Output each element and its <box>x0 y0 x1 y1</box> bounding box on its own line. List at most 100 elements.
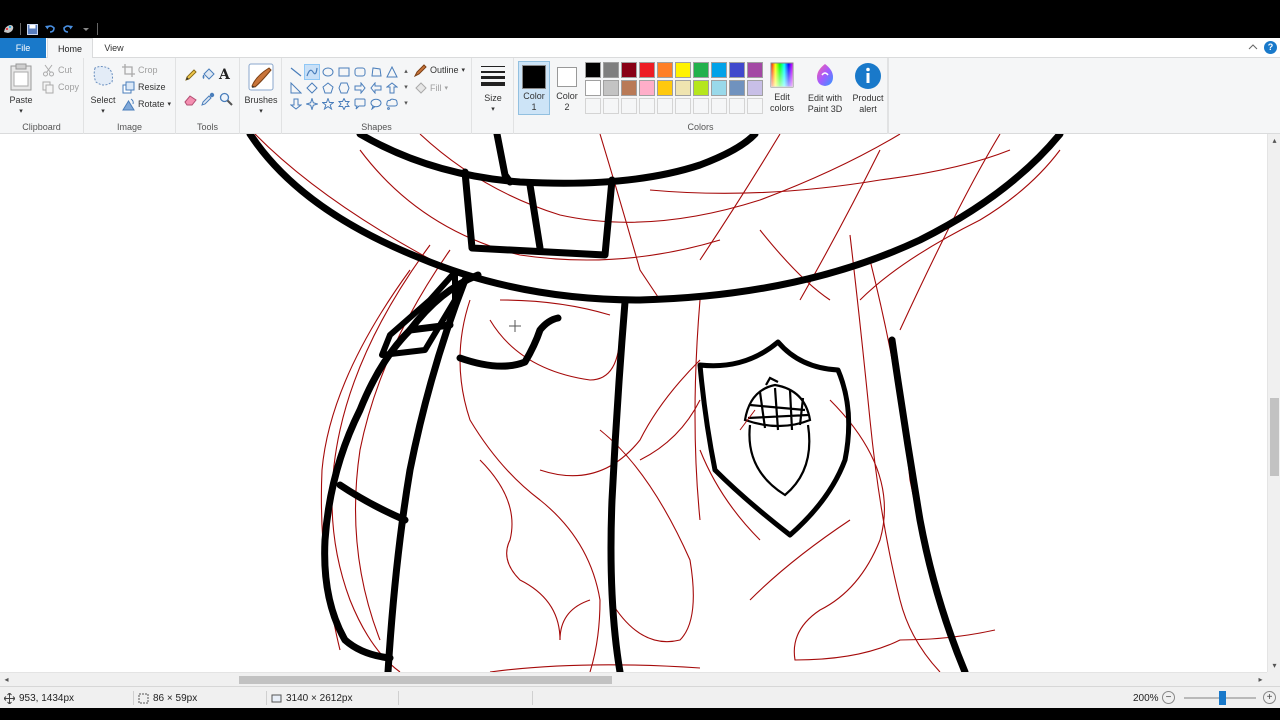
cloud-callout-shape-icon[interactable] <box>384 96 400 112</box>
up-arrow-shape-icon[interactable] <box>384 80 400 96</box>
color-picker-icon[interactable] <box>201 92 215 108</box>
palette-swatch[interactable] <box>675 80 691 96</box>
rounded-callout-shape-icon[interactable] <box>352 96 368 112</box>
paste-dropdown-arrow[interactable]: ▾ <box>4 106 38 117</box>
diamond-shape-icon[interactable] <box>304 80 320 96</box>
fill-bucket-icon[interactable] <box>201 68 215 84</box>
custom-color-slot[interactable] <box>585 98 601 114</box>
product-alert-button[interactable]: Product alert <box>848 62 888 115</box>
paint-app-icon[interactable] <box>2 22 16 36</box>
horizontal-scrollbar[interactable]: ◂ ▸ <box>0 672 1267 686</box>
palette-swatch[interactable] <box>711 62 727 78</box>
curve-shape-icon[interactable] <box>304 64 320 80</box>
palette-swatch[interactable] <box>675 62 691 78</box>
left-arrow-shape-icon[interactable] <box>368 80 384 96</box>
rotate-dropdown-arrow[interactable]: ▾ <box>168 100 172 108</box>
palette-swatch[interactable] <box>693 62 709 78</box>
custom-color-slot[interactable] <box>603 98 619 114</box>
zoom-in-button[interactable]: + <box>1263 691 1276 704</box>
size-button[interactable]: Size ▾ <box>477 62 509 115</box>
text-tool-icon[interactable]: A <box>219 67 230 83</box>
copy-button[interactable]: Copy <box>42 79 79 95</box>
collapse-ribbon-icon[interactable] <box>1248 42 1258 52</box>
resize-button[interactable]: Resize <box>122 79 166 95</box>
four-point-star-shape-icon[interactable] <box>304 96 320 112</box>
brushes-button[interactable]: Brushes ▾ <box>244 62 278 117</box>
custom-color-slot[interactable] <box>639 98 655 114</box>
magnifier-icon[interactable] <box>219 92 233 108</box>
vertical-scroll-thumb[interactable] <box>1270 398 1279 476</box>
palette-swatch[interactable] <box>585 62 601 78</box>
custom-color-slot[interactable] <box>693 98 709 114</box>
right-arrow-shape-icon[interactable] <box>352 80 368 96</box>
custom-color-slot[interactable] <box>675 98 691 114</box>
custom-color-slot[interactable] <box>747 98 763 114</box>
oval-shape-icon[interactable] <box>320 64 336 80</box>
scroll-left-arrow[interactable]: ◂ <box>0 673 13 686</box>
tab-view[interactable]: View <box>95 38 133 58</box>
select-dropdown-arrow[interactable]: ▾ <box>87 106 119 117</box>
tab-home[interactable]: Home <box>47 38 93 59</box>
help-icon[interactable]: ? <box>1264 41 1277 54</box>
eraser-icon[interactable] <box>184 92 198 108</box>
fill-button[interactable]: Fill ▾ <box>414 80 448 96</box>
palette-swatch[interactable] <box>585 80 601 96</box>
edit-colors-button[interactable]: Edit colors <box>766 61 798 114</box>
palette-swatch[interactable] <box>747 80 763 96</box>
drawing-canvas[interactable] <box>0 134 1267 672</box>
palette-swatch[interactable] <box>603 80 619 96</box>
select-button[interactable]: Select ▾ <box>87 62 119 117</box>
palette-swatch[interactable] <box>657 80 673 96</box>
line-shape-icon[interactable] <box>288 64 304 80</box>
zoom-slider-thumb[interactable] <box>1219 691 1226 705</box>
crop-button[interactable]: Crop <box>122 62 158 78</box>
pentagon-shape-icon[interactable] <box>320 80 336 96</box>
palette-swatch[interactable] <box>657 62 673 78</box>
tab-file[interactable]: File <box>0 38 46 58</box>
rectangle-shape-icon[interactable] <box>336 64 352 80</box>
color2-button[interactable]: Color 2 <box>552 61 582 113</box>
outline-dropdown-arrow[interactable]: ▾ <box>462 66 466 74</box>
horizontal-scroll-thumb[interactable] <box>239 676 612 684</box>
palette-swatch[interactable] <box>639 62 655 78</box>
palette-swatch[interactable] <box>729 80 745 96</box>
five-point-star-shape-icon[interactable] <box>320 96 336 112</box>
redo-icon[interactable] <box>61 22 75 36</box>
cut-button[interactable]: Cut <box>42 62 72 78</box>
customize-qat-icon[interactable] <box>79 22 93 36</box>
six-point-star-shape-icon[interactable] <box>336 96 352 112</box>
undo-icon[interactable] <box>43 22 57 36</box>
palette-swatch[interactable] <box>603 62 619 78</box>
zoom-out-button[interactable]: − <box>1162 691 1175 704</box>
paste-button[interactable]: Paste ▾ <box>4 62 38 117</box>
palette-swatch[interactable] <box>729 62 745 78</box>
edit-with-paint3d-button[interactable]: Edit with Paint 3D <box>804 62 846 115</box>
brushes-dropdown-arrow[interactable]: ▾ <box>244 106 278 117</box>
palette-swatch[interactable] <box>693 80 709 96</box>
outline-button[interactable]: Outline ▾ <box>414 62 465 78</box>
color1-button[interactable]: Color 1 <box>518 61 550 115</box>
hexagon-shape-icon[interactable] <box>336 80 352 96</box>
custom-color-slot[interactable] <box>729 98 745 114</box>
custom-color-slot[interactable] <box>621 98 637 114</box>
fill-dropdown-arrow[interactable]: ▾ <box>445 84 449 92</box>
scroll-down-arrow[interactable]: ▾ <box>1268 659 1280 672</box>
vertical-scrollbar[interactable]: ▴ ▾ <box>1267 134 1280 672</box>
custom-color-slot[interactable] <box>711 98 727 114</box>
shapes-gallery-scroll[interactable]: ▴ ▾ ▾ <box>402 64 410 112</box>
custom-color-slot[interactable] <box>657 98 673 114</box>
pencil-icon[interactable] <box>184 68 198 84</box>
scroll-up-arrow[interactable]: ▴ <box>1268 134 1280 147</box>
palette-swatch[interactable] <box>639 80 655 96</box>
palette-swatch[interactable] <box>621 80 637 96</box>
triangle-shape-icon[interactable] <box>384 64 400 80</box>
oval-callout-shape-icon[interactable] <box>368 96 384 112</box>
right-triangle-shape-icon[interactable] <box>288 80 304 96</box>
rotate-button[interactable]: Rotate ▾ <box>122 96 171 112</box>
scroll-right-arrow[interactable]: ▸ <box>1254 673 1267 686</box>
size-dropdown-arrow[interactable]: ▾ <box>477 104 509 115</box>
down-arrow-shape-icon[interactable] <box>288 96 304 112</box>
palette-swatch[interactable] <box>711 80 727 96</box>
polygon-shape-icon[interactable] <box>368 64 384 80</box>
rounded-rectangle-shape-icon[interactable] <box>352 64 368 80</box>
